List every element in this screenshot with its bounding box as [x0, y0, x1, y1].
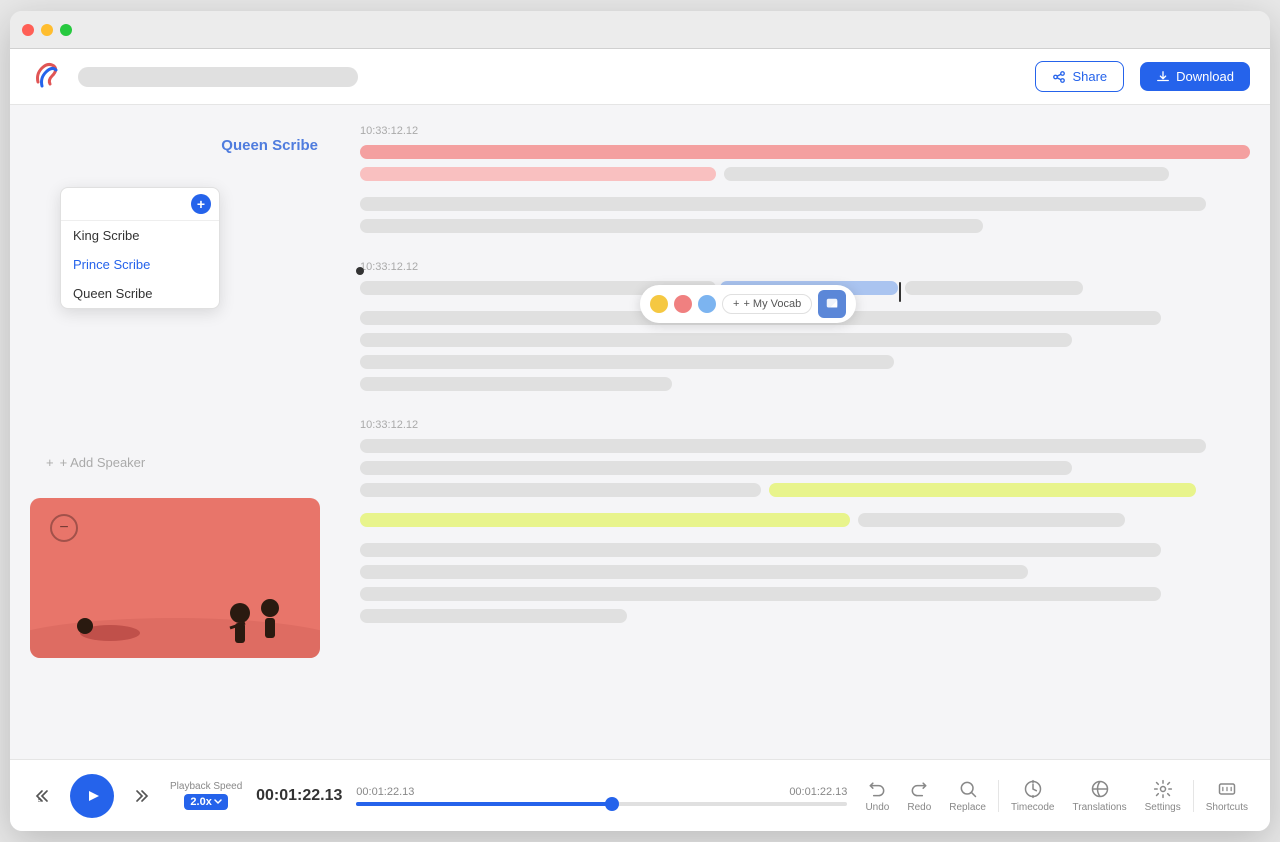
undo-tool[interactable]: Undo	[859, 775, 895, 817]
translations-icon	[1090, 779, 1110, 799]
bottom-bar: 5 Playback Speed 2.0x 00:01	[10, 759, 1270, 831]
dropdown-item-prince[interactable]: Prince Scribe	[61, 250, 219, 279]
transcript-block-2: 10:33:12.12 + + My Voc	[360, 261, 1250, 399]
tool-divider-1	[998, 780, 999, 812]
document-title-bar	[78, 67, 358, 87]
shortcuts-icon	[1217, 779, 1237, 799]
speaker-dropdown: + King Scribe Prince Scribe Queen Scribe	[60, 187, 220, 309]
video-minus-icon: −	[50, 514, 78, 542]
speed-dropdown-icon	[214, 799, 222, 805]
play-icon	[84, 788, 100, 804]
text-toolbar: + + My Vocab	[640, 285, 856, 323]
minimize-dot[interactable]	[41, 24, 53, 36]
timestamp-3: 10:33:12.12	[360, 419, 1250, 431]
play-button[interactable]	[70, 774, 114, 818]
timecode-tool[interactable]: Timecode	[1005, 775, 1061, 817]
replace-icon	[958, 779, 978, 799]
download-button[interactable]: Download	[1140, 62, 1250, 91]
progress-end: 00:01:22.13	[789, 786, 847, 798]
rewind-button[interactable]: 5	[26, 780, 58, 812]
timecode-display: 00:01:22.13	[254, 787, 344, 805]
settings-label: Settings	[1145, 802, 1181, 813]
transcript-block-1: 10:33:12.12	[360, 125, 1250, 241]
timecode-icon	[1023, 779, 1043, 799]
translations-tool[interactable]: Translations	[1067, 775, 1133, 817]
highlight-red-btn[interactable]	[674, 295, 692, 313]
undo-icon	[867, 779, 887, 799]
fast-forward-button[interactable]	[126, 780, 158, 812]
playback-speed-control[interactable]: Playback Speed 2.0x	[170, 781, 242, 810]
progress-container: 00:01:22.13 00:01:22.13	[356, 786, 847, 806]
download-label: Download	[1176, 69, 1234, 84]
timestamp-1: 10:33:12.12	[360, 125, 1250, 137]
progress-track[interactable]	[356, 802, 847, 806]
queen-scribe-label[interactable]: Queen Scribe	[221, 137, 334, 154]
speaker-search-input[interactable]	[69, 197, 187, 212]
undo-label: Undo	[865, 802, 889, 813]
add-speaker-label: + Add Speaker	[60, 455, 146, 470]
timecode-label: Timecode	[1011, 802, 1055, 813]
add-speaker-btn[interactable]: +	[191, 194, 211, 214]
fast-forward-icon	[132, 786, 152, 806]
settings-tool[interactable]: Settings	[1139, 775, 1187, 817]
video-illustration	[30, 558, 320, 658]
transcript-block-3: 10:33:12.12	[360, 419, 1250, 631]
translations-label: Translations	[1073, 802, 1127, 813]
progress-times: 00:01:22.13 00:01:22.13	[356, 786, 847, 798]
redo-tool[interactable]: Redo	[901, 775, 937, 817]
dropdown-search-row: +	[61, 188, 219, 221]
speed-value: 2.0x	[190, 796, 211, 808]
app-logo	[30, 58, 62, 95]
comment-btn[interactable]	[818, 290, 846, 318]
dropdown-item-king[interactable]: King Scribe	[61, 221, 219, 250]
vocab-label: + My Vocab	[743, 298, 801, 310]
share-icon	[1052, 70, 1066, 84]
share-button[interactable]: Share	[1035, 61, 1124, 92]
bottom-tools: Undo Redo Replace	[859, 775, 1254, 817]
redo-icon	[909, 779, 929, 799]
comment-icon	[825, 297, 839, 311]
add-speaker-plus-icon: +	[46, 455, 54, 470]
left-panel: Queen Scribe + King Scribe Prince Scribe…	[10, 105, 350, 759]
share-label: Share	[1072, 69, 1107, 84]
header: Share Download	[10, 49, 1270, 105]
replace-tool[interactable]: Replace	[943, 775, 992, 817]
close-dot[interactable]	[22, 24, 34, 36]
dropdown-item-queen[interactable]: Queen Scribe	[61, 279, 219, 308]
redo-label: Redo	[907, 802, 931, 813]
progress-fill	[356, 802, 611, 806]
app-window: Share Download Queen Scribe + King	[10, 11, 1270, 831]
progress-current: 00:01:22.13	[356, 786, 414, 798]
highlight-yellow-btn[interactable]	[650, 295, 668, 313]
replace-label: Replace	[949, 802, 986, 813]
rewind-icon: 5	[32, 786, 52, 806]
titlebar	[10, 11, 1270, 49]
cursor-dot	[356, 267, 364, 275]
shortcuts-tool[interactable]: Shortcuts	[1200, 775, 1254, 817]
shortcuts-label: Shortcuts	[1206, 802, 1248, 813]
tool-divider-2	[1193, 780, 1194, 812]
progress-thumb[interactable]	[605, 797, 619, 811]
video-thumbnail[interactable]: −	[30, 498, 320, 658]
highlight-blue-btn[interactable]	[698, 295, 716, 313]
playback-speed-label: Playback Speed	[170, 781, 242, 792]
my-vocab-btn[interactable]: + + My Vocab	[722, 294, 812, 314]
settings-icon	[1153, 779, 1173, 799]
maximize-dot[interactable]	[60, 24, 72, 36]
add-speaker-link[interactable]: + + Add Speaker	[30, 447, 350, 478]
main-area: Queen Scribe + King Scribe Prince Scribe…	[10, 105, 1270, 759]
transcript-content: 10:33:12.12 10:33:12.12	[350, 105, 1270, 759]
svg-text:5: 5	[38, 797, 41, 803]
download-icon	[1156, 70, 1170, 84]
timestamp-2: 10:33:12.12	[360, 261, 1250, 273]
speed-badge[interactable]: 2.0x	[184, 794, 227, 810]
